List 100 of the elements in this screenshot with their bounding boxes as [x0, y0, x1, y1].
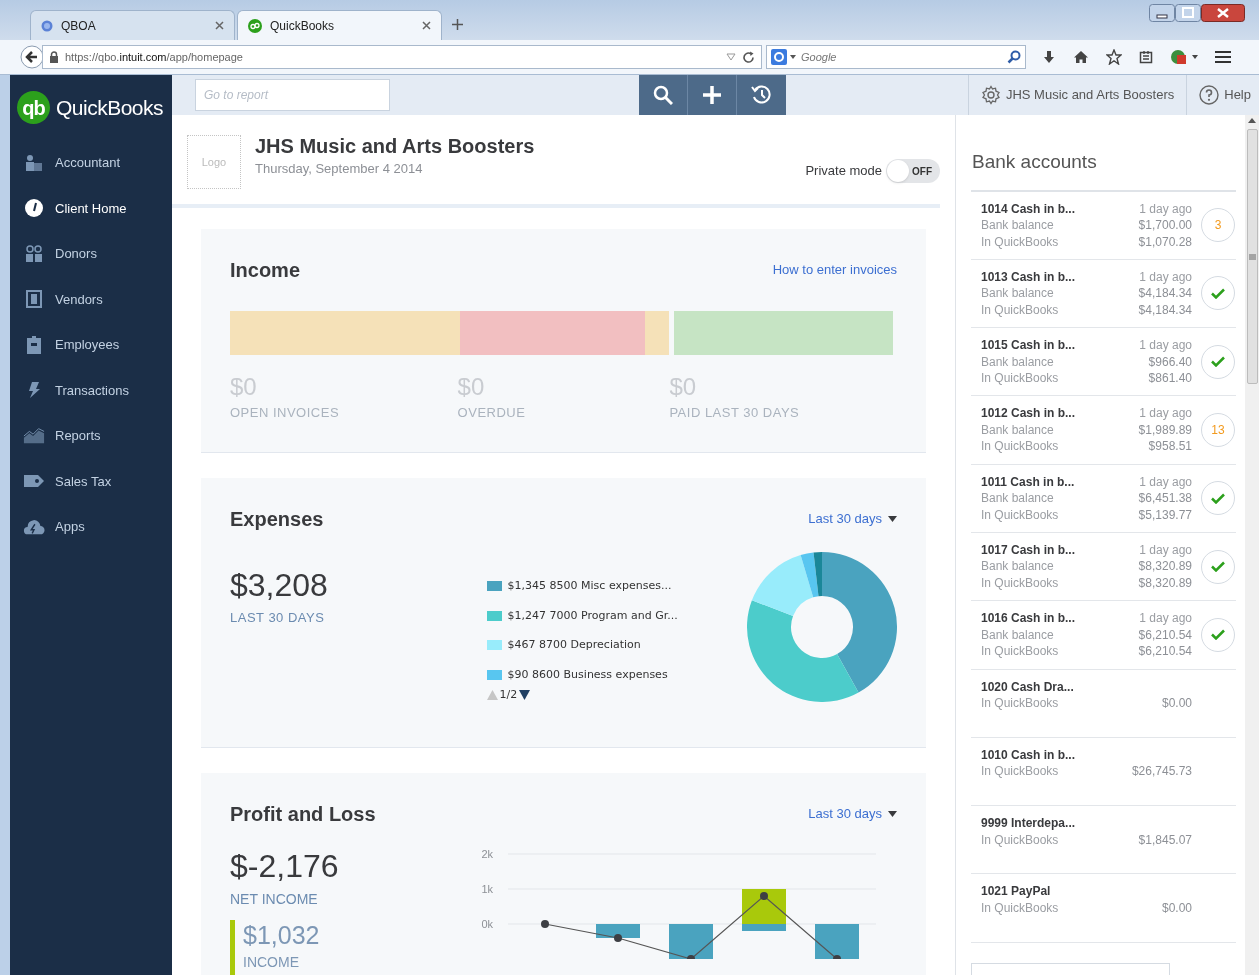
period-dropdown[interactable]: Last 30 days: [808, 804, 897, 824]
legend-label: $90 8600 Business expenses: [507, 666, 668, 683]
home-icon[interactable]: [1073, 50, 1089, 64]
balance-value: $4,184.34: [1138, 301, 1192, 319]
balance-label: In QuickBooks: [981, 695, 1059, 712]
pager-text: 1/2: [499, 687, 518, 703]
legend-swatch: [486, 581, 502, 592]
account-name: 1012 Cash in b...: [981, 405, 1076, 422]
caret-icon: [888, 516, 897, 522]
gauge-icon: [25, 199, 43, 218]
bank-account-row[interactable]: 1021 PayPal In QuickBooks $0.00: [971, 874, 1236, 943]
close-window-icon[interactable]: [1201, 4, 1245, 22]
search-button[interactable]: [639, 75, 688, 115]
checkmark-icon: [1211, 356, 1225, 368]
updated-time: 1 day ago: [1139, 268, 1192, 286]
bank-account-row[interactable]: 1010 Cash in b... In QuickBooks $26,745.73: [971, 737, 1236, 807]
balance-value: $958.51: [1148, 438, 1192, 455]
nav-item[interactable]: Donors: [10, 231, 172, 277]
recent-button[interactable]: [737, 75, 786, 115]
back-icon[interactable]: [20, 45, 44, 69]
lock-icon: [49, 51, 59, 63]
updated-time: 1 day ago: [1139, 542, 1192, 559]
balance-value: $6,451.38: [1138, 490, 1192, 507]
nav-item[interactable]: Sales Tax: [10, 458, 172, 504]
bank-account-row[interactable]: 1014 Cash in b... 1 day ago Bank balance $1,700.00 In QuickBooks $1,070.28 3: [971, 191, 1236, 260]
chart-bar: [669, 924, 713, 959]
checkmark-icon: [1211, 287, 1225, 299]
private-mode-toggle[interactable]: OFF: [886, 159, 940, 183]
legend-swatch: [486, 640, 502, 651]
new-tab-icon[interactable]: [452, 19, 463, 30]
browser-tab[interactable]: QBOA: [30, 10, 235, 40]
stat-label: PAID LAST 30 DAYS: [669, 404, 801, 422]
updated-time: 1 day ago: [1139, 405, 1192, 422]
maximize-icon[interactable]: [1175, 4, 1201, 22]
balance-value: $0.00: [1161, 695, 1192, 712]
reload-icon[interactable]: [742, 50, 755, 64]
scrollbar[interactable]: [1245, 115, 1259, 975]
nav-item[interactable]: Transactions: [10, 367, 172, 413]
reading-list-icon[interactable]: [1139, 50, 1153, 64]
balance-label: In QuickBooks: [981, 301, 1059, 319]
download-icon[interactable]: [1042, 50, 1056, 64]
bank-account-row[interactable]: 1016 Cash in b... 1 day ago Bank balance $6,210.54 In QuickBooks $6,210.54: [971, 601, 1236, 670]
balance-label: In QuickBooks: [981, 643, 1059, 660]
axis-tick-label: 2k: [481, 848, 493, 860]
legend-label: $1,247 7000 Program and Gr...: [507, 607, 678, 624]
balance-label: Bank balance: [981, 626, 1054, 644]
card-title: Profit and Loss: [230, 802, 376, 827]
nav-item[interactable]: Vendors: [10, 276, 172, 322]
page-down-icon[interactable]: [519, 690, 531, 701]
chart-bar: [596, 924, 640, 938]
period-dropdown[interactable]: Last 30 days: [808, 509, 897, 529]
scroll-up-icon[interactable]: [1248, 118, 1256, 123]
balance-value: $4,184.34: [1138, 285, 1192, 302]
nav-item[interactable]: Reports: [10, 413, 172, 459]
balance-value: $8,320.89: [1138, 575, 1192, 592]
addon-icon[interactable]: [1170, 49, 1198, 65]
legend-label: $467 8700 Depreciation: [507, 637, 641, 653]
search-field[interactable]: Google: [766, 45, 1026, 69]
nav-item[interactable]: Accountant: [10, 140, 172, 186]
bank-account-row[interactable]: 1017 Cash in b... 1 day ago Bank balance $8,320.89 In QuickBooks $8,320.89: [971, 533, 1236, 602]
minimize-icon[interactable]: [1149, 4, 1175, 22]
nav-item[interactable]: Client Home: [10, 185, 172, 231]
bank-account-row[interactable]: 1011 Cash in b... 1 day ago Bank balance $6,451.38 In QuickBooks $5,139.77: [971, 464, 1236, 533]
people-icon: [25, 244, 43, 263]
close-icon[interactable]: [215, 21, 224, 30]
plus-icon: [702, 85, 722, 105]
search-input[interactable]: Google: [801, 48, 1003, 66]
bank-account-row[interactable]: 9999 Interdepa... In QuickBooks $1,845.07: [971, 806, 1236, 875]
balance-value: $1,845.07: [1138, 831, 1192, 849]
updated-time: 1 day ago: [1139, 200, 1192, 217]
address-bar[interactable]: https://qbo.intuit.com/app/homepage: [42, 45, 762, 69]
nav-item[interactable]: Apps: [10, 504, 172, 550]
browser-tab[interactable]: QuickBooks: [237, 10, 442, 40]
bank-account-row[interactable]: 1015 Cash in b... 1 day ago Bank balance $966.40 In QuickBooks $861.40: [971, 328, 1236, 397]
stat-label: OVERDUE: [457, 404, 527, 422]
checkmark-icon: [1211, 561, 1225, 573]
help-link[interactable]: How to enter invoices: [772, 260, 897, 280]
search-engine-icon[interactable]: [771, 49, 797, 65]
bookmark-star-icon[interactable]: [1106, 49, 1122, 65]
nav-item[interactable]: Employees: [10, 322, 172, 368]
create-button[interactable]: [688, 75, 737, 115]
bank-account-row[interactable]: 1012 Cash in b... 1 day ago Bank balance $1,989.89 In QuickBooks $958.51 13: [971, 396, 1236, 465]
person-icon: [25, 153, 43, 172]
balance-label: Bank balance: [981, 558, 1054, 575]
search-icon[interactable]: [1007, 50, 1021, 64]
account-name: 1013 Cash in b...: [981, 268, 1076, 286]
logo-mark: qb: [17, 91, 50, 124]
bank-account-row[interactable]: 1013 Cash in b... 1 day ago Bank balance $4,184.34 In QuickBooks $4,184.34: [971, 259, 1236, 329]
menu-icon[interactable]: [1215, 50, 1231, 64]
balance-value: $1,070.28: [1138, 233, 1192, 250]
total-label: LAST 30 DAYS: [230, 609, 326, 627]
point: [541, 920, 549, 928]
qb-tab-icon: [248, 18, 262, 33]
balance-value: $6,210.54: [1138, 643, 1192, 660]
account-name: 1020 Cash Dra...: [981, 678, 1074, 696]
report-search-field[interactable]: Go to report: [195, 79, 390, 111]
card-title: Income: [230, 258, 301, 283]
close-icon[interactable]: [422, 21, 431, 30]
expense-total: $3,208: [230, 566, 329, 604]
bank-account-row[interactable]: 1020 Cash Dra... In QuickBooks $0.00: [971, 669, 1236, 738]
